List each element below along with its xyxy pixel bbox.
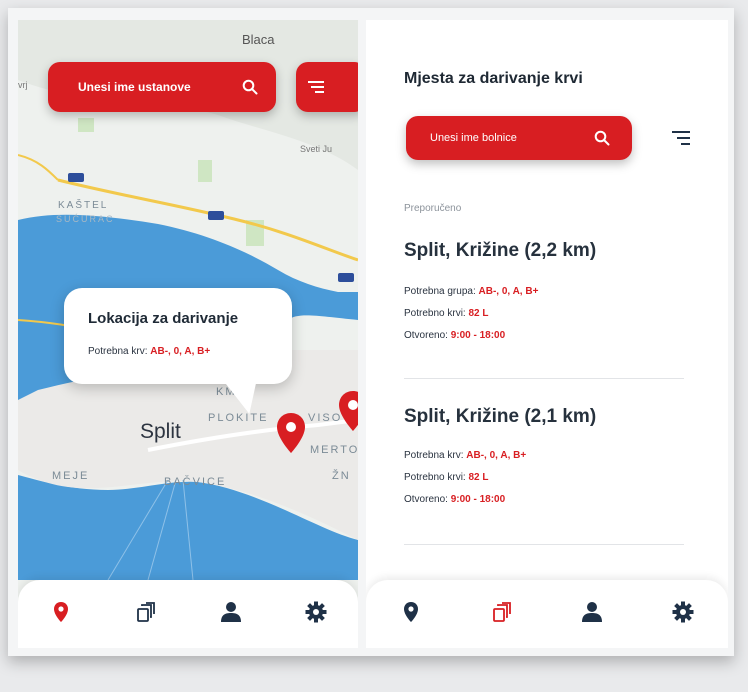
list-screen: Mjesta za darivanje krvi Unesi ime bolni… — [366, 20, 728, 648]
location-popup[interactable]: Lokacija za darivanje Potrebna krv: AB-,… — [64, 288, 292, 384]
copy-cards-icon — [136, 601, 156, 628]
nav-list[interactable] — [124, 592, 168, 636]
card-value: 9:00 - 18:00 — [450, 330, 506, 341]
card-label: Potrebna krv: — [404, 450, 464, 461]
location-pin-icon — [403, 601, 419, 628]
card-value: AB-, 0, A, B+ — [478, 286, 539, 297]
card-label: Potrebna grupa: — [404, 286, 476, 297]
copy-cards-icon — [492, 601, 512, 628]
section-label-recommended: Preporučeno — [404, 203, 462, 214]
card-opening-hours: Otvoreno: 9:00 - 18:00 — [404, 330, 505, 341]
card-value: AB-, 0, A, B+ — [466, 450, 527, 461]
bottom-navigation — [366, 580, 728, 648]
filter-button[interactable] — [296, 62, 358, 112]
nav-settings[interactable] — [294, 592, 338, 636]
location-pin-marker-2[interactable] — [338, 390, 358, 437]
popup-blood-label: Potrebna krv: — [88, 346, 148, 357]
gear-icon — [672, 601, 694, 628]
screenshot-frame: Blaca vrj Sveti Ju KAŠTEL SUĆURAC KMAN P… — [8, 8, 734, 656]
user-icon — [219, 601, 243, 628]
card-value: 82 L — [468, 308, 489, 319]
map-label-plokite: PLOKITE — [208, 412, 269, 424]
map-label-blaca: Blaca — [242, 32, 275, 47]
nav-map[interactable] — [389, 592, 433, 636]
map-label-kastel: KAŠTEL — [58, 200, 109, 211]
popup-title: Lokacija za darivanje — [88, 310, 239, 327]
search-icon[interactable] — [242, 79, 258, 95]
card-label: Potrebno krvi: — [404, 308, 466, 319]
map-label-merto: MERTO — [310, 444, 358, 456]
nav-list[interactable] — [480, 592, 524, 636]
map-label-meje: MEJE — [52, 470, 90, 482]
search-placeholder: Unesi ime bolnice — [430, 132, 517, 144]
facility-search-input[interactable]: Unesi ime ustanove — [48, 62, 276, 112]
filter-icon[interactable] — [670, 130, 692, 151]
popup-blood-needed: Potrebna krv: AB-, 0, A, B+ — [88, 346, 210, 357]
card-blood-group: Potrebna grupa: AB-, 0, A, B+ — [404, 286, 538, 297]
map-label-sveti: Sveti Ju — [300, 144, 333, 154]
gear-icon — [305, 601, 327, 628]
hospital-search-input[interactable]: Unesi ime bolnice — [406, 116, 632, 160]
nav-settings[interactable] — [661, 592, 705, 636]
card-opening-hours: Otvoreno: 9:00 - 18:00 — [404, 494, 505, 505]
map-label-zn: ŽN — [332, 470, 351, 482]
card-label: Otvoreno: — [404, 330, 448, 341]
search-placeholder: Unesi ime ustanove — [78, 80, 191, 94]
card-blood-amount: Potrebno krvi: 82 L — [404, 472, 489, 483]
map-label-split: Split — [140, 420, 181, 443]
card-blood-group: Potrebna krv: AB-, 0, A, B+ — [404, 450, 526, 461]
location-pin-marker[interactable] — [276, 412, 306, 459]
map-screen: Blaca vrj Sveti Ju KAŠTEL SUĆURAC KMAN P… — [18, 20, 358, 648]
user-icon — [580, 601, 604, 628]
search-icon[interactable] — [594, 130, 610, 146]
card-title: Split, Križine (2,1 km) — [404, 406, 597, 427]
card-blood-amount: Potrebno krvi: 82 L — [404, 308, 489, 319]
nav-map[interactable] — [39, 592, 83, 636]
map-label-kastel-sub: SUĆURAC — [56, 214, 115, 224]
divider — [404, 378, 684, 379]
card-value: 9:00 - 18:00 — [450, 494, 506, 505]
location-pin-icon — [53, 601, 69, 628]
nav-profile[interactable] — [570, 592, 614, 636]
card-title: Split, Križine (2,2 km) — [404, 240, 597, 261]
map-label-edge: vrj — [18, 80, 28, 90]
map-label-bacvice: BAČVICE — [164, 476, 227, 488]
nav-profile[interactable] — [209, 592, 253, 636]
card-label: Otvoreno: — [404, 494, 448, 505]
popup-blood-value: AB-, 0, A, B+ — [150, 346, 211, 357]
divider — [404, 544, 684, 545]
card-value: 82 L — [468, 472, 489, 483]
filter-icon — [306, 79, 326, 95]
bottom-navigation — [18, 580, 358, 648]
page-title: Mjesta za darivanje krvi — [404, 70, 583, 87]
card-label: Potrebno krvi: — [404, 472, 466, 483]
